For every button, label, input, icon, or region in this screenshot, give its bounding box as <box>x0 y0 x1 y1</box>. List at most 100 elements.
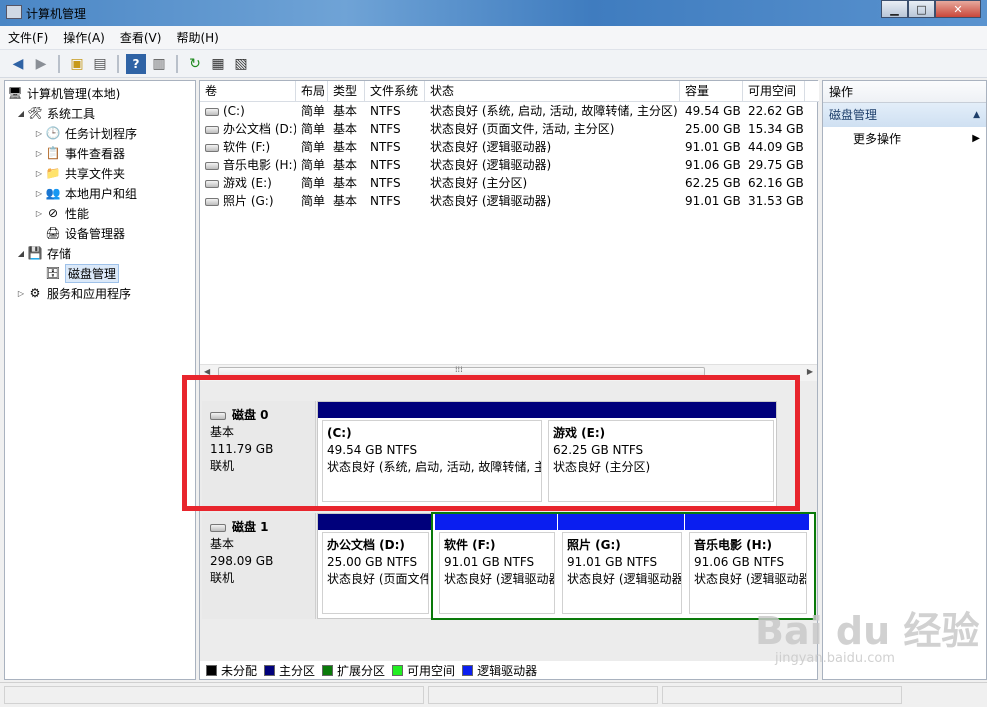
column-header-volume[interactable]: 卷 <box>200 81 296 101</box>
disk-management-icon: 🗄 <box>45 266 61 280</box>
cell-status: 状态良好 (系统, 启动, 活动, 故障转储, 主分区) <box>430 104 678 118</box>
collapse-arrow-icon[interactable]: ◢ <box>15 249 27 258</box>
back-icon[interactable]: ◀ <box>8 54 28 74</box>
actions-section-disk-management[interactable]: 磁盘管理 ▲ <box>823 103 986 127</box>
tree-local-users[interactable]: ▷ 👥 本地用户和组 <box>33 183 137 203</box>
tree-services[interactable]: ▷ ⚙ 服务和应用程序 <box>15 283 131 303</box>
cell-volume: 游戏 (E:) <box>223 176 272 190</box>
cell-status: 状态良好 (逻辑驱动器) <box>430 140 552 154</box>
expand-arrow-icon[interactable]: ▷ <box>33 209 45 218</box>
expand-arrow-icon[interactable]: ▷ <box>33 149 45 158</box>
cell-capacity: 25.00 GB <box>685 122 741 136</box>
collapse-up-icon[interactable]: ▲ <box>973 103 980 127</box>
tree-storage[interactable]: ◢ 💾 存储 <box>15 243 71 263</box>
toolbar-separator <box>117 54 119 73</box>
minimize-button[interactable]: ▁ <box>881 0 908 18</box>
disk-1-status: 联机 <box>210 571 235 585</box>
tree-event-viewer-label: 事件查看器 <box>65 146 126 161</box>
properties-icon[interactable]: ▦ <box>208 54 228 74</box>
tree-task-scheduler[interactable]: ▷ 🕒 任务计划程序 <box>33 123 137 143</box>
computer-management-icon <box>6 5 22 19</box>
tree-device-manager[interactable]: 🖨 设备管理器 <box>45 223 125 243</box>
column-header-type[interactable]: 类型 <box>328 81 365 101</box>
cell-filesystem: NTFS <box>370 158 401 172</box>
expand-arrow-icon[interactable]: ▷ <box>33 169 45 178</box>
partition-status: 状态良好 (逻辑驱动器) <box>444 572 555 586</box>
help-icon[interactable]: ? <box>126 53 146 74</box>
cell-free-space: 15.34 GB <box>748 122 804 136</box>
column-header-free-space[interactable]: 可用空间 <box>743 81 805 101</box>
menu-action[interactable]: 操作(A) <box>63 29 105 46</box>
expand-arrow-icon[interactable]: ▷ <box>33 189 45 198</box>
column-header-layout[interactable]: 布局 <box>296 81 328 101</box>
cell-free-space: 62.16 GB <box>748 176 804 190</box>
maximize-button[interactable]: □ <box>908 0 935 18</box>
legend-label: 扩展分区 <box>337 663 386 678</box>
logical-drive-band <box>435 514 557 530</box>
cell-capacity: 91.01 GB <box>685 194 741 208</box>
partition-g-body: 照片 (G:) 91.01 GB NTFS 状态良好 (逻辑驱动器) <box>562 532 682 614</box>
cell-type: 基本 <box>333 104 358 118</box>
partition-d[interactable]: 办公文档 (D:) 25.00 GB NTFS 状态良好 (页面文件, 活动, … <box>318 514 431 618</box>
cell-capacity: 91.06 GB <box>685 158 741 172</box>
disk-1-info[interactable]: 磁盘 1 基本 298.09 GB 联机 <box>202 513 316 619</box>
partition-g[interactable]: 照片 (G:) 91.01 GB NTFS 状态良好 (逻辑驱动器) <box>558 514 684 618</box>
tree-system-tools[interactable]: ◢ 🛠 系统工具 <box>15 103 95 123</box>
panel-icon[interactable]: ▥ <box>149 54 169 74</box>
expand-arrow-icon[interactable]: ▷ <box>33 129 45 138</box>
volume-table-header: 卷 布局 类型 文件系统 状态 容量 可用空间 <box>200 81 819 102</box>
tree-disk-management[interactable]: 🗄 磁盘管理 <box>45 263 120 283</box>
menu-help[interactable]: 帮助(H) <box>176 29 218 46</box>
legend-swatch-logical <box>462 664 474 676</box>
export-icon[interactable]: ▧ <box>231 54 251 74</box>
storage-icon: 💾 <box>27 246 43 260</box>
table-row[interactable]: 办公文档 (D:) 简单 基本 NTFS 状态良好 (页面文件, 活动, 主分区… <box>200 120 819 138</box>
cell-layout: 简单 <box>301 122 326 136</box>
logical-drive-band <box>558 514 684 530</box>
legend-item: 扩展分区 <box>322 662 385 679</box>
table-row[interactable]: 软件 (F:) 简单 基本 NTFS 状态良好 (逻辑驱动器) 91.01 GB… <box>200 138 819 156</box>
tree-shared-folders[interactable]: ▷ 📁 共享文件夹 <box>33 163 125 183</box>
cell-free-space: 29.75 GB <box>748 158 804 172</box>
title-bar: 计算机管理 ▁ □ ✕ <box>0 0 987 26</box>
toolbar-separator <box>58 54 60 73</box>
column-header-filesystem[interactable]: 文件系统 <box>365 81 425 101</box>
cell-filesystem: NTFS <box>370 140 401 154</box>
expand-arrow-icon[interactable]: ▷ <box>15 289 27 298</box>
tree-root[interactable]: 🖥 计算机管理(本地) <box>7 83 120 103</box>
table-row[interactable]: (C:) 简单 基本 NTFS 状态良好 (系统, 启动, 活动, 故障转储, … <box>200 102 819 120</box>
tools-icon: 🛠 <box>27 106 43 120</box>
status-cell <box>428 686 658 704</box>
cell-capacity: 91.01 GB <box>685 140 741 154</box>
table-row[interactable]: 音乐电影 (H:) 简单 基本 NTFS 状态良好 (逻辑驱动器) 91.06 … <box>200 156 819 174</box>
show-tree-icon[interactable]: ▤ <box>90 54 110 74</box>
cell-status: 状态良好 (逻辑驱动器) <box>430 158 552 172</box>
menu-file[interactable]: 文件(F) <box>8 29 48 46</box>
device-manager-icon: 🖨 <box>45 226 61 240</box>
disk-1-partitions: 办公文档 (D:) 25.00 GB NTFS 状态良好 (页面文件, 活动, … <box>317 512 816 620</box>
submenu-arrow-icon: ▶ <box>972 133 980 144</box>
forward-icon[interactable]: ▶ <box>31 54 51 74</box>
menu-view[interactable]: 查看(V) <box>120 29 162 46</box>
toolbar: ◀ ▶ ▣ ▤ ? ▥ ↻ ▦ ▧ <box>0 50 987 78</box>
close-button[interactable]: ✕ <box>935 0 981 18</box>
up-folder-icon[interactable]: ▣ <box>67 54 87 74</box>
cell-free-space: 22.62 GB <box>748 104 804 118</box>
volume-table: 卷 布局 类型 文件系统 状态 容量 可用空间 (C:) 简单 基本 NTFS … <box>200 81 819 210</box>
partition-f[interactable]: 软件 (F:) 91.01 GB NTFS 状态良好 (逻辑驱动器) <box>435 514 557 618</box>
users-icon: 👥 <box>45 186 61 200</box>
disk-1-size: 298.09 GB <box>210 554 274 568</box>
collapse-arrow-icon[interactable]: ◢ <box>15 109 27 118</box>
event-log-icon: 📋 <box>45 146 61 160</box>
partition-size: 91.06 GB NTFS <box>694 555 785 569</box>
scroll-right-icon[interactable]: ▶ <box>807 367 813 376</box>
more-actions[interactable]: 更多操作 ▶ <box>823 127 986 151</box>
refresh-icon[interactable]: ↻ <box>185 54 205 74</box>
table-row[interactable]: 照片 (G:) 简单 基本 NTFS 状态良好 (逻辑驱动器) 91.01 GB… <box>200 192 819 210</box>
tree-performance[interactable]: ▷ ⊘ 性能 <box>33 203 89 223</box>
tree-event-viewer[interactable]: ▷ 📋 事件查看器 <box>33 143 125 163</box>
column-header-capacity[interactable]: 容量 <box>680 81 743 101</box>
column-header-status[interactable]: 状态 <box>425 81 680 101</box>
tree-services-label: 服务和应用程序 <box>47 286 132 301</box>
table-row[interactable]: 游戏 (E:) 简单 基本 NTFS 状态良好 (主分区) 62.25 GB 6… <box>200 174 819 192</box>
